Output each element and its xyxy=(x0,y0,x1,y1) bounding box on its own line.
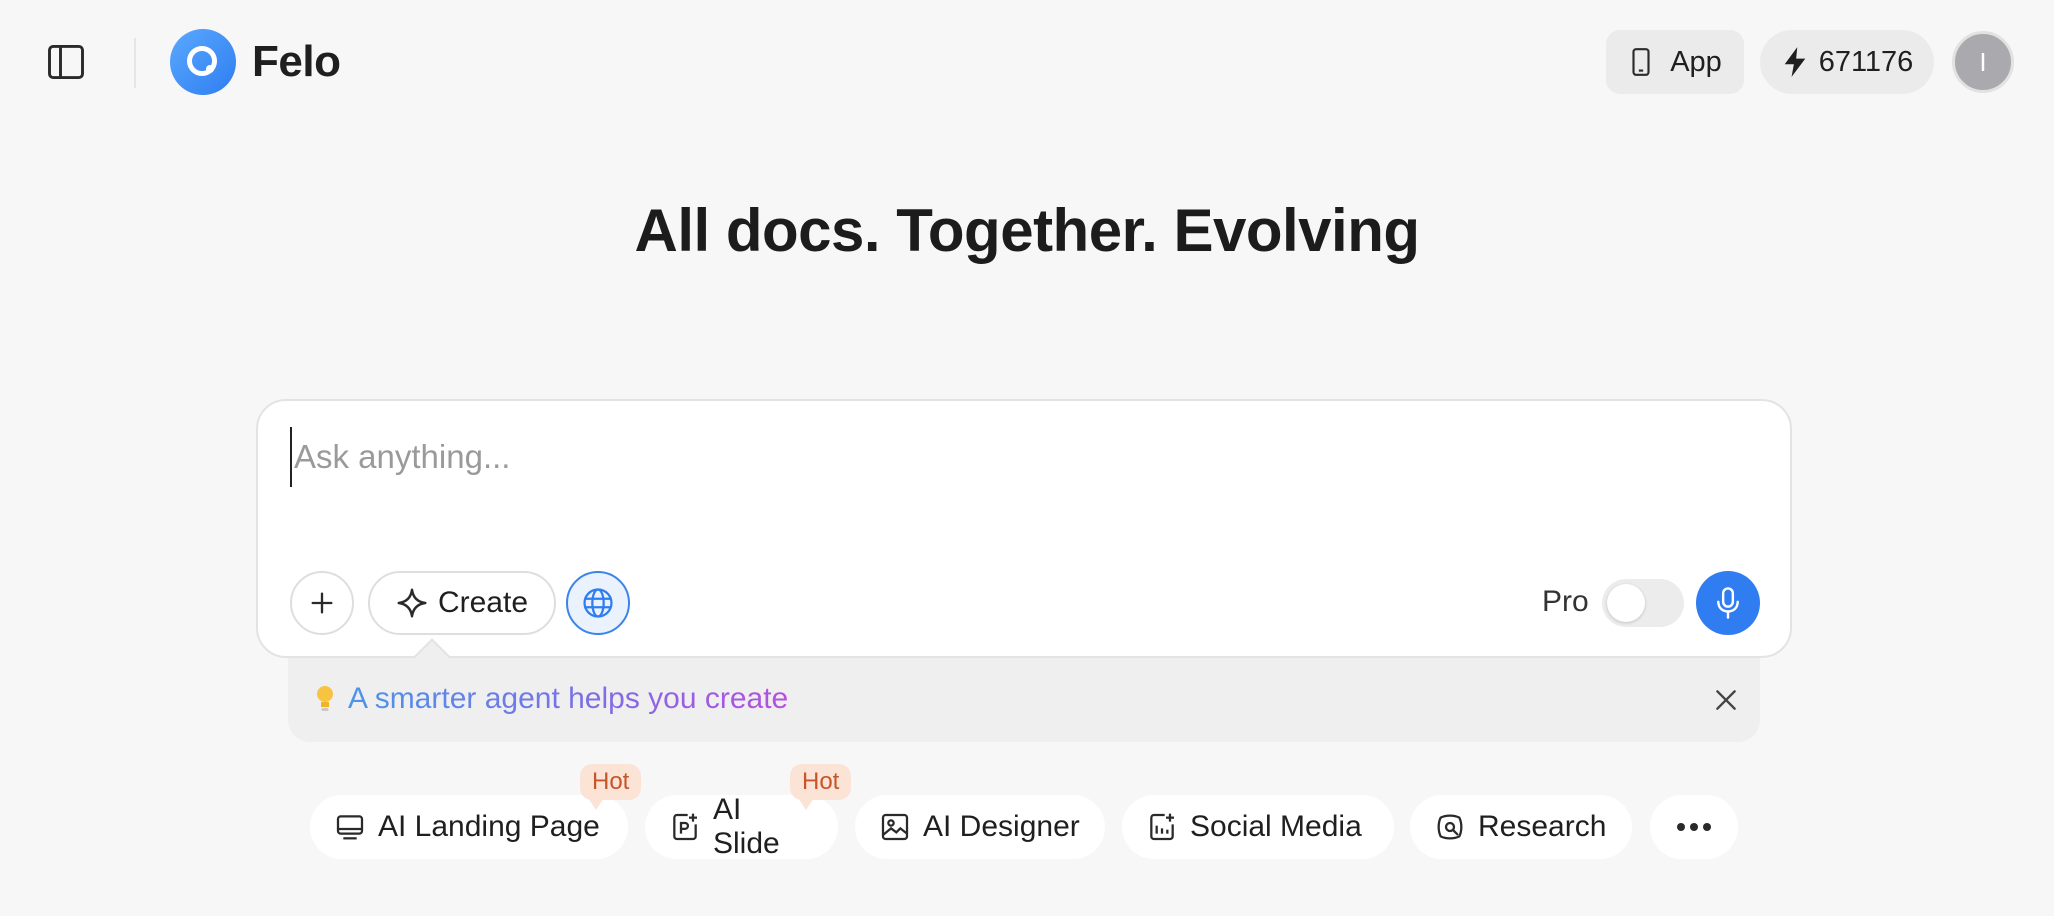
header-divider xyxy=(134,38,136,88)
user-avatar[interactable]: I xyxy=(1952,31,2014,93)
app-download-button[interactable]: App xyxy=(1606,30,1744,94)
prompt-input[interactable] xyxy=(290,427,1750,487)
sidebar-toggle-button[interactable] xyxy=(40,36,92,88)
phone-icon xyxy=(1632,48,1650,76)
quick-action-ai-designer[interactable]: AI Designer xyxy=(855,795,1105,859)
chip-label: Research xyxy=(1478,810,1607,843)
quick-action-research[interactable]: Research xyxy=(1410,795,1632,859)
pro-toggle-knob xyxy=(1607,584,1645,622)
microphone-icon xyxy=(1717,587,1739,619)
quick-action-ai-landing-page[interactable]: AI Landing Page xyxy=(310,795,628,859)
research-icon xyxy=(1437,814,1463,840)
slide-icon xyxy=(673,813,697,841)
felo-home: Felo App 671176 I All docs. Together. Ev… xyxy=(0,0,2054,916)
tip-text: A smarter agent helps you create xyxy=(348,682,789,715)
hot-badge: Hot xyxy=(580,764,642,810)
more-horizontal-icon xyxy=(1677,823,1711,831)
plus-icon xyxy=(311,592,333,614)
avatar-initial: I xyxy=(1979,46,1987,77)
lightning-icon xyxy=(1784,47,1805,77)
quick-action-social-media[interactable]: Social Media xyxy=(1122,795,1394,859)
chip-label: Social Media xyxy=(1190,810,1362,843)
pro-label: Pro xyxy=(1542,585,1589,618)
sparkle-icon xyxy=(397,588,427,618)
web-search-toggle[interactable] xyxy=(566,571,630,635)
create-button-label: Create xyxy=(437,586,529,619)
sidebar-icon xyxy=(48,44,84,80)
chip-label: AI Landing Page xyxy=(378,810,600,843)
hot-badge: Hot xyxy=(790,764,852,810)
image-icon xyxy=(881,813,909,841)
brand-name: Felo xyxy=(252,37,341,86)
brand-logo[interactable]: Felo xyxy=(170,29,341,95)
more-actions-button[interactable] xyxy=(1650,795,1738,859)
monitor-icon xyxy=(336,815,364,840)
voice-input-button[interactable] xyxy=(1696,571,1760,635)
credits-count: 671176 xyxy=(1818,45,1914,78)
page-title: All docs. Together. Evolving xyxy=(634,197,1420,264)
pro-toggle[interactable] xyxy=(1602,579,1684,627)
lightbulb-icon xyxy=(317,686,333,711)
felo-logo-icon xyxy=(170,29,236,95)
tip-banner: A smarter agent helps you create xyxy=(288,658,1760,742)
social-doc-icon xyxy=(1150,813,1174,841)
app-button-label: App xyxy=(1670,45,1722,78)
tip-close-button[interactable] xyxy=(1706,680,1746,720)
chip-label: AI Designer xyxy=(923,810,1080,843)
prompt-composer: Create Pro xyxy=(256,399,1792,658)
create-button[interactable]: Create xyxy=(368,571,556,635)
close-icon xyxy=(1716,690,1736,710)
credits-button[interactable]: 671176 xyxy=(1760,30,1934,94)
attach-button[interactable] xyxy=(290,571,354,635)
globe-icon xyxy=(583,588,613,618)
